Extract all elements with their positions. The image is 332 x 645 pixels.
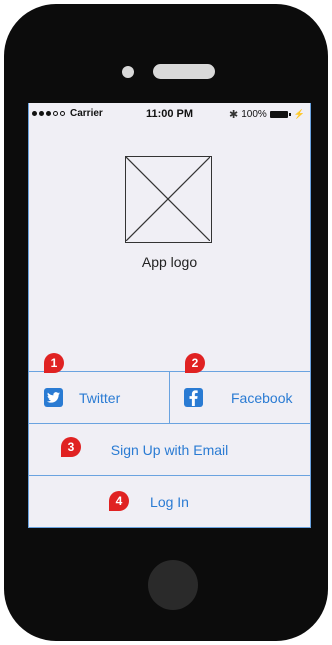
- earpiece-speaker: [153, 64, 215, 79]
- app-logo-placeholder: [125, 156, 212, 243]
- twitter-button-label: Twitter: [79, 389, 121, 406]
- charging-icon: ⚡: [293, 109, 305, 119]
- annotation-marker-2: 2: [185, 353, 205, 373]
- facebook-button-label: Facebook: [231, 389, 293, 406]
- annotation-marker-3: 3: [61, 437, 81, 457]
- annotation-marker-1: 1: [44, 353, 64, 373]
- battery-percent: 100%: [241, 109, 267, 120]
- image-placeholder-icon: [126, 157, 210, 241]
- status-bar: Carrier 11:00 PM ✱ 100% ⚡: [28, 103, 311, 123]
- log-in-label: Log In: [150, 493, 189, 510]
- home-button[interactable]: [148, 560, 198, 610]
- app-screen: Carrier 11:00 PM ✱ 100% ⚡ App logo Twitt…: [28, 103, 311, 528]
- facebook-button[interactable]: Facebook: [169, 372, 311, 423]
- sign-up-email-label: Sign Up with Email: [110, 441, 229, 458]
- twitter-bird-icon: [44, 388, 63, 407]
- front-camera: [122, 66, 134, 78]
- battery-icon: [269, 111, 291, 118]
- social-login-row: Twitter Facebook: [28, 371, 311, 423]
- twitter-button[interactable]: Twitter: [28, 372, 169, 423]
- facebook-f-icon: [184, 388, 203, 407]
- app-logo-label: App logo: [141, 254, 198, 270]
- annotation-marker-4: 4: [109, 491, 129, 511]
- bluetooth-icon: ✱: [228, 109, 239, 121]
- status-right: ✱ 100% ⚡: [229, 108, 305, 121]
- log-in-button[interactable]: Log In: [28, 475, 311, 528]
